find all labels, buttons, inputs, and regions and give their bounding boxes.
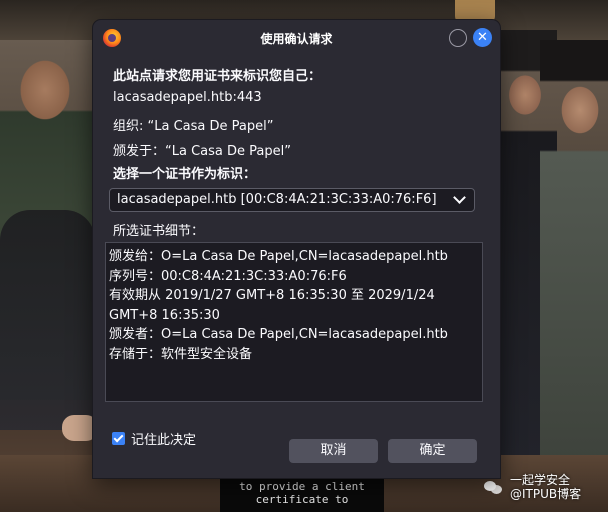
site-host: lacasadepapel.htb:443 bbox=[113, 90, 262, 105]
minimize-button[interactable] bbox=[449, 29, 467, 47]
remember-label: 记住此决定 bbox=[131, 433, 197, 448]
details-line: 颁发给：O=La Casa De Papel,CN=lacasadepapel.… bbox=[109, 249, 448, 264]
chevron-down-icon bbox=[453, 191, 466, 204]
remember-checkbox[interactable] bbox=[112, 432, 125, 445]
remember-decision[interactable]: 记住此决定 bbox=[112, 429, 196, 448]
close-button[interactable]: ✕ bbox=[473, 28, 492, 47]
site-issuer: 颁发于：“La Casa De Papel” bbox=[113, 144, 291, 159]
title-bar[interactable]: 使用确认请求 ✕ bbox=[93, 20, 500, 56]
dialog-title: 使用确认请求 bbox=[260, 32, 333, 46]
certificate-request-dialog: 使用确认请求 ✕ 此站点请求您用证书来标识您自己： lacasadepapel.… bbox=[93, 20, 500, 478]
details-line: 有效期从 2019/1/27 GMT+8 16:35:30 至 2029/1/2… bbox=[109, 288, 435, 303]
details-line: 存储于：软件型安全设备 bbox=[109, 346, 253, 362]
cancel-button[interactable]: 取消 bbox=[289, 439, 378, 463]
watermark-line1: 一起学安全 bbox=[510, 473, 571, 487]
certificate-select[interactable]: lacasadepapel.htb [00:C8:4A:21:3C:33:A0:… bbox=[109, 188, 475, 212]
terminal-snippet: to provide a client certificate to bbox=[220, 476, 384, 512]
terminal-line: certificate to bbox=[255, 493, 349, 506]
certificate-details-label: 所选证书细节： bbox=[113, 224, 205, 239]
person-right-2 bbox=[540, 40, 608, 460]
request-prompt: 此站点请求您用证书来标识您自己： bbox=[113, 69, 322, 84]
certificate-select-value: lacasadepapel.htb [00:C8:4A:21:3C:33:A0:… bbox=[117, 192, 437, 207]
details-line: GMT+8 16:35:30 bbox=[109, 307, 220, 323]
watermark-line2: @ITPUB博客 bbox=[510, 487, 582, 501]
certificate-details-box[interactable]: 颁发给：O=La Casa De Papel,CN=lacasadepapel.… bbox=[105, 242, 483, 402]
ok-button[interactable]: 确定 bbox=[388, 439, 477, 463]
terminal-line: to provide a client bbox=[239, 480, 365, 493]
select-certificate-label: 选择一个证书作为标识： bbox=[113, 167, 257, 182]
details-line: 颁发者：O=La Casa De Papel,CN=lacasadepapel.… bbox=[109, 327, 448, 342]
wechat-icon bbox=[484, 479, 504, 495]
person-left-jacket bbox=[0, 210, 95, 430]
details-line: 序列号：00:C8:4A:21:3C:33:A0:76:F6 bbox=[109, 268, 347, 284]
site-organization: 组织: “La Casa De Papel” bbox=[113, 119, 274, 134]
